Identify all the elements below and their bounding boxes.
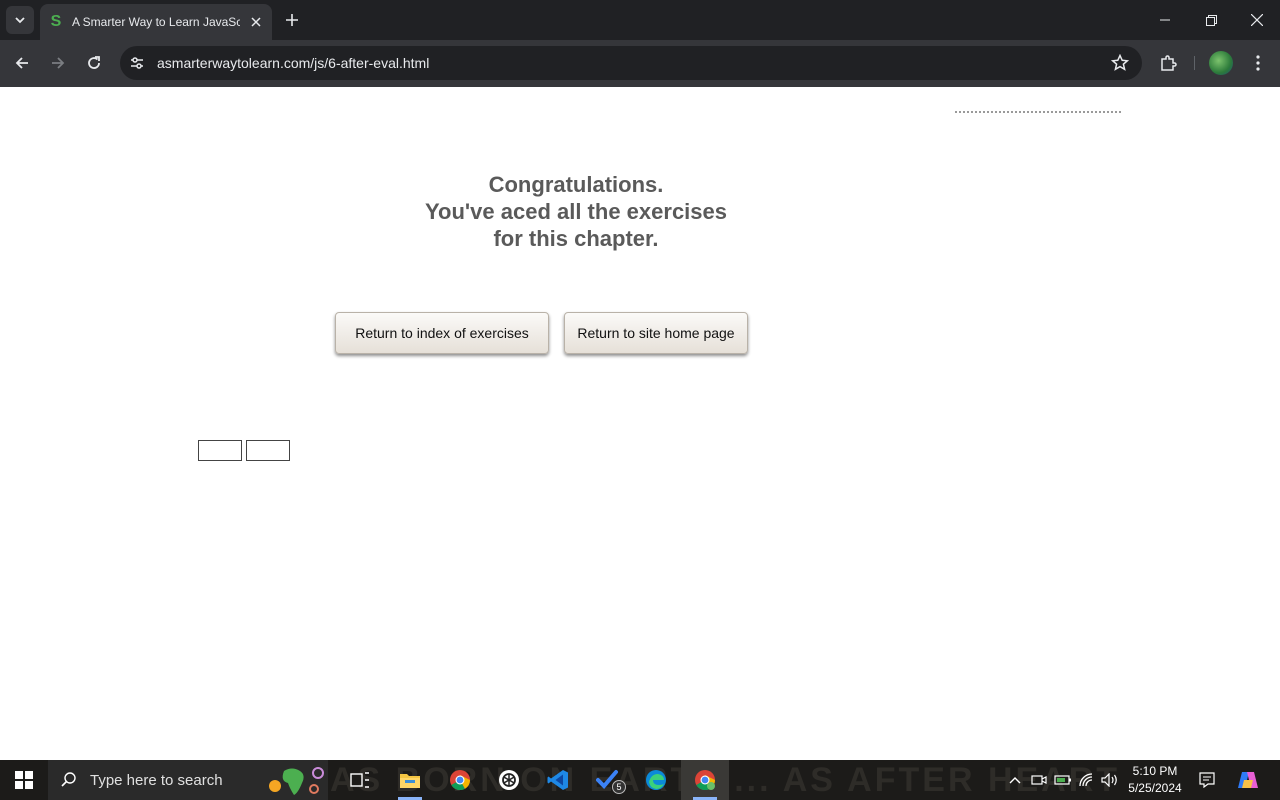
more-vert-icon	[1256, 55, 1260, 71]
message-icon	[1199, 772, 1215, 788]
close-icon	[251, 17, 261, 27]
tab-close-button[interactable]	[248, 14, 264, 30]
notifications-button[interactable]	[1197, 770, 1217, 790]
meet-now-button[interactable]	[1029, 770, 1049, 790]
site-favicon-icon: S	[50, 13, 62, 30]
tab-search-button[interactable]	[6, 6, 34, 34]
task-view-button[interactable]	[336, 760, 384, 800]
taskbar-search[interactable]: Type here to search	[48, 760, 328, 800]
windows-logo-icon	[15, 771, 33, 789]
reload-button[interactable]	[79, 48, 109, 78]
arrow-left-icon	[15, 57, 28, 69]
chrome-icon	[450, 770, 471, 791]
congratulations-message: Congratulations. You've aced all the exe…	[376, 171, 776, 252]
back-button[interactable]	[7, 48, 37, 78]
windows-taskbar: AS BORN ON EARTH ... AS AFTER HEART TO .…	[0, 760, 1280, 800]
edge-icon	[646, 770, 666, 790]
close-icon	[1251, 14, 1263, 26]
clock-time: 5:10 PM	[1132, 764, 1178, 778]
star-icon	[1111, 54, 1129, 71]
chatgpt-taskbar-button[interactable]	[485, 760, 533, 800]
puzzle-icon	[1161, 55, 1177, 71]
todo-taskbar-button[interactable]: 5	[584, 760, 632, 800]
edge-taskbar-button[interactable]	[632, 760, 680, 800]
search-highlight-africa-icon	[269, 767, 324, 795]
notification-badge: 5	[612, 780, 626, 794]
chrome-menu-button[interactable]	[1243, 48, 1273, 78]
folder-icon	[400, 774, 420, 788]
show-hidden-icons-button[interactable]	[1005, 770, 1025, 790]
copilot-button[interactable]	[1236, 770, 1260, 790]
search-placeholder: Type here to search	[90, 771, 223, 789]
speaker-icon	[1101, 773, 1117, 787]
plus-icon	[286, 14, 298, 26]
start-button[interactable]	[0, 760, 48, 800]
openai-icon	[499, 770, 519, 790]
new-tab-button[interactable]	[280, 8, 304, 32]
chevron-up-icon	[1009, 777, 1021, 784]
system-clock[interactable]: 5:10 PM 5/25/2024	[1122, 763, 1188, 797]
browser-toolbar: asmarterwaytolearn.com/js/6-after-eval.h…	[0, 40, 1280, 87]
vscode-icon	[547, 770, 568, 790]
forward-button[interactable]	[43, 48, 73, 78]
chrome-profile-icon	[695, 770, 716, 791]
restore-button[interactable]	[1188, 0, 1234, 40]
empty-box-1[interactable]	[198, 440, 242, 461]
congrats-line-1: Congratulations.	[488, 172, 664, 197]
minimize-button[interactable]	[1142, 0, 1188, 40]
tune-icon	[131, 57, 143, 69]
tab-strip: S A Smarter Way to Learn JavaScript	[0, 0, 1280, 40]
battery-button[interactable]	[1053, 770, 1073, 790]
bookmark-button[interactable]	[1110, 53, 1130, 73]
volume-button[interactable]	[1100, 770, 1120, 790]
profile-button[interactable]	[1206, 48, 1236, 78]
wifi-icon	[1079, 773, 1093, 787]
tab-title: A Smarter Way to Learn JavaScript	[72, 15, 240, 29]
avatar	[1209, 51, 1233, 75]
chrome-active-taskbar-button[interactable]	[681, 760, 729, 800]
clock-date: 5/25/2024	[1128, 781, 1182, 795]
restore-icon	[1205, 14, 1217, 26]
extensions-button[interactable]	[1153, 48, 1183, 78]
empty-box-2[interactable]	[246, 440, 290, 461]
battery-icon	[1054, 775, 1071, 785]
chevron-down-icon	[15, 17, 25, 24]
active-tab[interactable]: S A Smarter Way to Learn JavaScript	[40, 4, 272, 40]
url-text[interactable]: asmarterwaytolearn.com/js/6-after-eval.h…	[157, 55, 429, 71]
congrats-line-2: You've aced all the exercises	[425, 199, 727, 224]
toolbar-separator	[1194, 56, 1195, 70]
minimize-icon	[1160, 19, 1170, 21]
camera-icon	[1031, 775, 1047, 785]
copilot-icon	[1238, 772, 1258, 788]
close-window-button[interactable]	[1234, 0, 1280, 40]
address-bar[interactable]: asmarterwaytolearn.com/js/6-after-eval.h…	[120, 46, 1142, 80]
site-info-button[interactable]	[122, 48, 152, 78]
return-to-home-button[interactable]: Return to site home page	[564, 312, 748, 354]
dotted-divider	[955, 111, 1121, 113]
network-button[interactable]	[1077, 770, 1097, 790]
congrats-line-3: for this chapter.	[493, 226, 659, 251]
page-content: Congratulations. You've aced all the exe…	[0, 87, 1280, 760]
arrow-right-icon	[52, 57, 65, 69]
return-to-index-button[interactable]: Return to index of exercises	[335, 312, 549, 354]
file-explorer-button[interactable]	[386, 760, 434, 800]
reload-icon	[88, 56, 100, 69]
task-view-icon	[350, 772, 369, 788]
vscode-taskbar-button[interactable]	[534, 760, 582, 800]
search-icon	[61, 772, 76, 787]
chrome-taskbar-button[interactable]	[436, 760, 484, 800]
